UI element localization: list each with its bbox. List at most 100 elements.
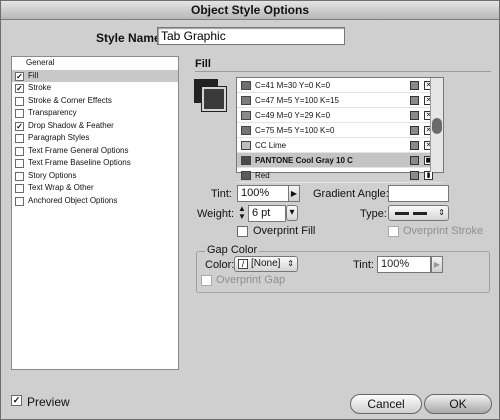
swatch-chip [241,141,251,150]
swatch-chip [241,96,251,105]
chevron-updown-icon: ⇕ [438,208,445,217]
sidebar-item-label: Text Frame General Options [28,145,129,155]
sidebar-item-text-frame-baseline[interactable]: Text Frame Baseline Options [12,157,178,170]
swatch-chip [241,111,251,120]
sidebar-item-label: Text Frame Baseline Options [28,158,131,167]
sidebar-checkbox[interactable]: ✓ [15,121,24,131]
sidebar-item-label: Drop Shadow & Feather [28,120,114,130]
sidebar-item-fill[interactable]: ✓ Fill [12,69,178,82]
sidebar-item-stroke-corner-effects[interactable]: Stroke & Corner Effects [12,95,178,108]
swatch-label: C=47 M=5 Y=100 K=15 [255,96,339,105]
cancel-button[interactable]: Cancel [350,394,422,414]
color-mode-icon [410,111,419,120]
sidebar-item-label: Transparency [28,108,77,117]
sidebar-item-label: Text Wrap & Other [28,183,94,192]
weight-dropdown[interactable]: ▾ [286,205,298,221]
sidebar-item-label: Fill [28,70,39,80]
sidebar-checkbox[interactable] [15,184,24,193]
sidebar-checkbox[interactable] [15,109,24,118]
gradient-angle-input[interactable] [388,185,449,202]
tint-input[interactable]: 100% [237,185,289,202]
weight-stepper[interactable]: ▲ ▼ [237,205,247,222]
swatch-row[interactable]: C=41 M=30 Y=0 K=0 ✕ [237,78,443,93]
sidebar-item-label: Stroke [28,83,52,92]
category-list: General ✓ Fill ✓ Stroke Stroke & Corner … [11,56,179,370]
sidebar-item-text-wrap-other[interactable]: Text Wrap & Other [12,182,178,195]
gap-tint-input[interactable]: 100% [377,256,431,273]
ok-button[interactable]: OK [424,394,492,414]
style-name-input[interactable] [157,27,345,45]
swatch-row[interactable]: C=75 M=5 Y=100 K=0 ✕ [237,123,443,138]
swatch-label: C=75 M=5 Y=100 K=0 [255,126,335,135]
swatch-row[interactable]: C=49 M=0 Y=29 K=0 ✕ [237,108,443,123]
overprint-gap-label: Overprint Gap [216,274,286,286]
color-mode-icon [410,156,419,165]
fill-heading: Fill [195,58,211,70]
overprint-fill-checkbox[interactable] [237,226,248,237]
tint-label: Tint: [211,188,232,200]
sidebar-item-drop-shadow-feather[interactable]: ✓ Drop Shadow & Feather [12,120,178,133]
gap-color-value: [None] [251,258,281,269]
preview-label: Preview [27,395,70,409]
sidebar-checkbox[interactable] [15,146,24,156]
swatch-row[interactable]: C=47 M=5 Y=100 K=15 ✕ [237,93,443,108]
gap-tint-label: Tint: [353,259,374,271]
weight-input[interactable]: 6 pt [248,205,286,222]
swatch-row-selected[interactable]: PANTONE Cool Gray 10 C ◼ [237,153,443,168]
none-swatch-icon: / [238,259,248,269]
sidebar-item-transparency[interactable]: Transparency [12,107,178,120]
sidebar-item-text-frame-general[interactable]: Text Frame General Options [12,145,178,158]
sidebar-checkbox[interactable] [15,134,24,143]
sidebar-item-story-options[interactable]: Story Options [12,170,178,183]
color-mode-icon [410,81,419,90]
gap-color-label: Color: [205,259,235,271]
sidebar-item-general[interactable]: General [12,57,178,70]
swatch-list: C=41 M=30 Y=0 K=0 ✕ C=47 M=5 Y=100 K=15 … [236,77,444,183]
process-type-icon: ▮ [424,171,433,180]
sidebar-item-label: Story Options [28,170,77,180]
sidebar-checkbox[interactable] [15,159,24,168]
window-title: Object Style Options [1,1,499,20]
swatch-label: C=41 M=30 Y=0 K=0 [255,81,331,90]
object-style-options-dialog: Object Style Options Style Name: General… [0,0,500,420]
color-mode-icon [410,141,419,150]
sidebar-item-stroke[interactable]: ✓ Stroke [12,82,178,95]
scroll-thumb[interactable] [432,118,442,134]
swatch-chip [241,126,251,135]
gradient-angle-label: Gradient Angle: [313,188,389,200]
swatch-chip [241,156,251,165]
preview-checkbox[interactable]: ✓ [11,395,22,406]
dashed-line-icon [413,212,427,215]
sidebar-checkbox[interactable]: ✓ [15,71,24,81]
overprint-stroke-label: Overprint Stroke [403,225,484,237]
sidebar-checkbox[interactable] [15,171,24,181]
weight-label: Weight: [197,208,235,220]
sidebar-checkbox[interactable] [15,196,24,206]
sidebar-checkbox[interactable] [15,96,24,106]
swatch-label: Red [255,171,270,180]
sidebar-checkbox[interactable]: ✓ [15,84,24,93]
section-divider [195,71,491,72]
stroke-type-dropdown[interactable]: ⇕ [388,205,449,221]
style-name-label: Style Name: [96,31,165,45]
gap-color-dropdown[interactable]: / [None] ⇕ [234,256,298,272]
type-label: Type: [360,208,387,220]
fill-proxy-icon[interactable] [201,86,227,112]
swatch-row[interactable]: Red ▮ [237,168,443,183]
sidebar-item-label: Paragraph Styles [28,133,90,142]
color-mode-icon [410,126,419,135]
swatch-chip [241,81,251,90]
color-mode-icon [410,96,419,105]
swatch-row[interactable]: CC Lime ✕ [237,138,443,153]
swatch-list-scrollbar[interactable] [430,78,443,172]
swatch-label: C=49 M=0 Y=29 K=0 [255,111,331,120]
overprint-gap-checkbox[interactable] [201,275,212,286]
swatch-label: CC Lime [255,141,287,150]
gap-tint-menu-button[interactable]: ▶ [431,256,443,273]
tint-menu-button[interactable]: ▶ [288,185,300,202]
sidebar-item-paragraph-styles[interactable]: Paragraph Styles [12,132,178,145]
sidebar-item-label: Stroke & Corner Effects [28,95,112,105]
dashed-line-icon [395,212,409,215]
overprint-stroke-checkbox[interactable] [388,226,399,237]
sidebar-item-anchored-object[interactable]: Anchored Object Options [12,195,178,208]
